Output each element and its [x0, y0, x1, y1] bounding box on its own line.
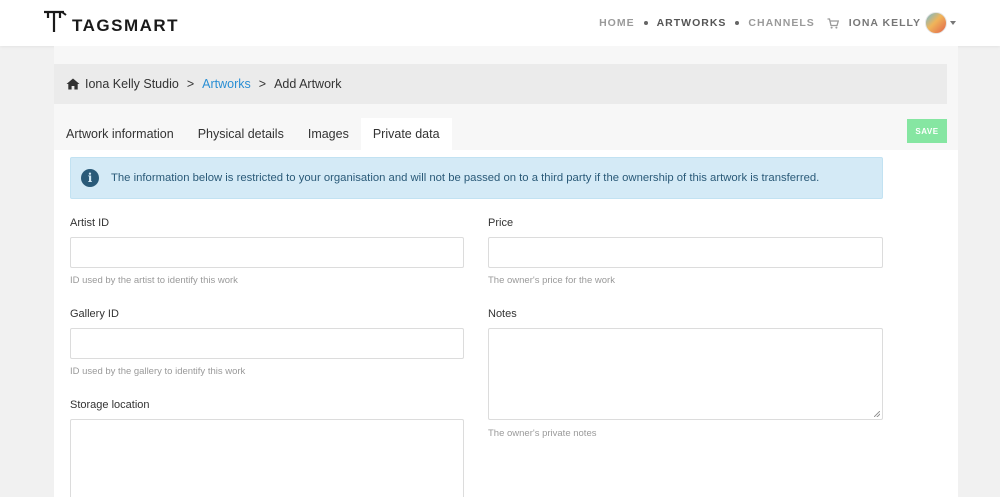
shopping-cart-icon[interactable]	[827, 17, 839, 29]
tab-private-data[interactable]: Private data	[360, 118, 452, 150]
chevron-down-icon[interactable]	[950, 21, 956, 25]
breadcrumb: Iona Kelly Studio > Artworks > Add Artwo…	[54, 64, 947, 104]
breadcrumb-current: Add Artwork	[274, 77, 342, 91]
storage-location-field[interactable]	[70, 419, 464, 497]
notes-field[interactable]	[488, 328, 883, 420]
main-nav: HOME ARTWORKS CHANNELS IONA KELLY	[599, 0, 956, 46]
nav-home[interactable]: HOME	[599, 17, 635, 29]
breadcrumb-artworks-link[interactable]: Artworks	[202, 77, 251, 91]
nav-channels[interactable]: CHANNELS	[748, 17, 814, 29]
gallery-id-field[interactable]	[70, 328, 464, 359]
save-button[interactable]: SAVE	[907, 119, 947, 143]
info-alert-text: The information below is restricted to y…	[111, 172, 820, 184]
notes-help: The owner's private notes	[488, 428, 597, 439]
artist-id-label: Artist ID	[70, 217, 110, 229]
page-container: Iona Kelly Studio > Artworks > Add Artwo…	[54, 46, 958, 497]
tab-physical-details[interactable]: Physical details	[186, 118, 296, 150]
avatar[interactable]	[925, 12, 947, 34]
user-menu-name[interactable]: IONA KELLY	[849, 17, 921, 29]
tagsmart-logo-icon	[44, 10, 67, 32]
info-alert: i The information below is restricted to…	[70, 157, 883, 199]
price-help: The owner's price for the work	[488, 275, 615, 286]
resize-handle-icon[interactable]	[874, 411, 880, 417]
breadcrumb-separator: >	[258, 77, 267, 91]
nav-separator-dot	[735, 21, 740, 25]
artwork-tabs: Artwork information Physical details Ima…	[54, 118, 452, 150]
top-navbar: TAGSMART HOME ARTWORKS CHANNELS IONA KEL…	[0, 0, 1000, 46]
nav-separator-dot	[643, 21, 648, 25]
breadcrumb-studio[interactable]: Iona Kelly Studio	[85, 77, 179, 91]
brand-name: TAGSMART	[72, 16, 180, 35]
breadcrumb-separator: >	[186, 77, 195, 91]
info-icon: i	[81, 169, 99, 187]
brand-logo[interactable]: TAGSMART	[42, 6, 179, 38]
nav-artworks[interactable]: ARTWORKS	[657, 17, 727, 29]
tab-images[interactable]: Images	[296, 118, 361, 150]
artist-id-field[interactable]	[70, 237, 464, 268]
price-field[interactable]	[488, 237, 883, 268]
gallery-id-label: Gallery ID	[70, 308, 119, 320]
gallery-id-help: ID used by the gallery to identify this …	[70, 366, 246, 377]
notes-label: Notes	[488, 308, 517, 320]
artist-id-help: ID used by the artist to identify this w…	[70, 275, 238, 286]
tab-artwork-information[interactable]: Artwork information	[54, 118, 186, 150]
storage-location-label: Storage location	[70, 399, 150, 411]
private-data-panel: i The information below is restricted to…	[54, 150, 958, 497]
home-icon[interactable]	[66, 78, 80, 90]
price-label: Price	[488, 217, 514, 229]
